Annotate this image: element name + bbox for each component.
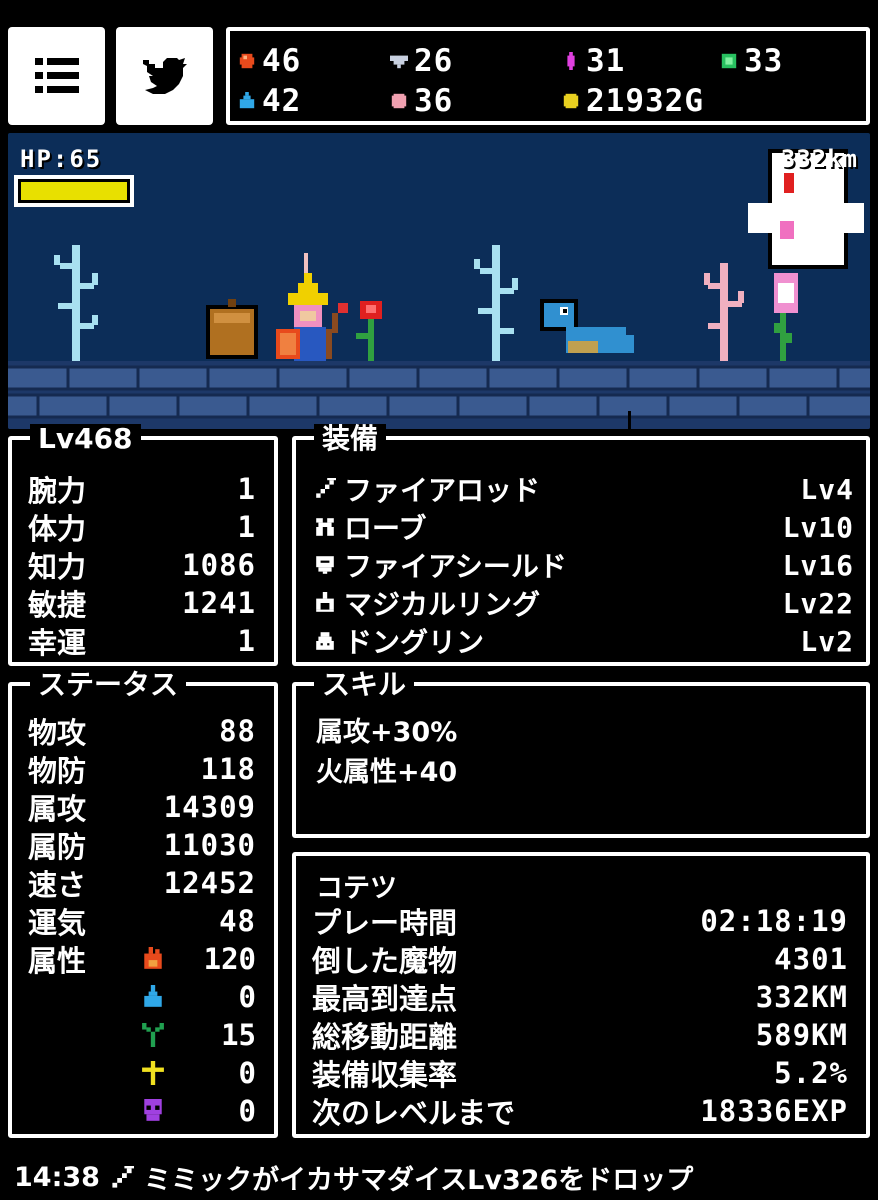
skill-title: スキル <box>314 670 415 700</box>
record-row: 次のレベルまで 18336EXP <box>312 1094 848 1130</box>
coral-middle <box>474 245 518 361</box>
equipment-item-shield[interactable]: ファイアシールド Lv16 <box>314 546 854 584</box>
equipment-item-pet[interactable]: ドングリン Lv2 <box>314 622 854 660</box>
wand-icon <box>316 478 336 498</box>
diamond-count: 26 <box>390 43 453 79</box>
status-row: 物防 118 <box>28 752 256 788</box>
water-drop-count: 42 <box>238 83 301 119</box>
log-time: 14:38 <box>14 1162 100 1193</box>
status-row: 速さ 12452 <box>28 866 256 902</box>
red-flower <box>356 301 382 361</box>
record-row: 倒した魔物 4301 <box>312 942 848 978</box>
pearl-icon <box>391 93 407 109</box>
coral-left <box>54 245 98 361</box>
coral-pink <box>704 263 744 361</box>
twitter-button[interactable] <box>116 27 213 125</box>
drop-log: 14:38 ミミックがイカサマダイスLv326をドロップ <box>14 1158 693 1197</box>
record-row: 最高到達点 332KM <box>312 980 848 1016</box>
gold-count: 21932G <box>562 83 704 119</box>
water-icon <box>144 985 162 1007</box>
attribute-water: 0 <box>142 978 256 1016</box>
equipment-item-armor[interactable]: ローブ Lv10 <box>314 508 854 546</box>
blue-snake-monster <box>540 299 634 353</box>
attribute-plant: 15 <box>142 1016 256 1054</box>
equipment-panel[interactable]: 装備 ファイアロッド Lv4 ローブ Lv10 ファイアシールド Lv16 マジカルリ… <box>292 424 870 666</box>
twitter-bird-icon <box>142 58 187 94</box>
skull-icon <box>144 1099 162 1121</box>
equipment-item-weapon[interactable]: ファイアロッド Lv4 <box>314 470 854 508</box>
stat-row: 体力 1 <box>28 510 256 546</box>
attribute-dark: 0 <box>142 1092 256 1130</box>
list-icon <box>34 58 79 93</box>
pink-crystal-count: 31 <box>562 43 625 79</box>
skill-item: 属攻+30% <box>316 717 458 748</box>
status-panel: ステータス 物攻 88 物防 118 属攻 14309 属防 11030 速さ 12452… <box>8 670 278 1138</box>
shield-icon <box>316 556 334 574</box>
record-row: 装備収集率 5.2% <box>312 1056 848 1092</box>
water-drop-icon <box>239 92 255 109</box>
resources-panel: 46 42 26 36 31 21932G 33 <box>226 27 870 125</box>
status-row: 運気 48 <box>28 904 256 940</box>
status-title: ステータス <box>30 670 187 700</box>
level-panel: Lv468 腕力 1 体力 1 知力 1086 敏捷 1241 幸運 1 <box>8 424 278 666</box>
level-title: Lv468 <box>30 424 141 454</box>
attribute-label-row: 属性 <box>28 944 87 978</box>
fire-gem-icon <box>239 53 255 69</box>
fire-icon <box>144 947 162 969</box>
white-squid-monster <box>748 149 864 313</box>
ring-icon <box>316 592 334 612</box>
attribute-holy: 0 <box>142 1054 256 1092</box>
game-scene[interactable]: HP:65 332km <box>8 133 870 429</box>
hp-bar-fill <box>21 182 127 200</box>
record-panel: コテツ プレー時間 02:18:19 倒した魔物 4301 最高到達点 332KM 総… <box>292 852 870 1138</box>
holy-cross-icon <box>142 1061 164 1085</box>
wand-icon <box>112 1165 134 1188</box>
hp-label: HP:65 <box>20 145 103 173</box>
stat-row: 知力 1086 <box>28 548 256 584</box>
mage-hero <box>276 253 348 361</box>
stat-row: 幸運 1 <box>28 624 256 660</box>
skill-panel: スキル 属攻+30% 火属性+40 <box>292 670 870 838</box>
robe-icon <box>316 518 334 536</box>
equipment-item-accessory[interactable]: マジカルリング Lv22 <box>314 584 854 622</box>
plant-icon <box>142 1023 164 1047</box>
status-row: 物攻 88 <box>28 714 256 750</box>
diamond-icon <box>390 55 408 69</box>
green-gem-count: 33 <box>720 43 783 79</box>
status-row: 属攻 14309 <box>28 790 256 826</box>
pink-crystal-icon <box>567 52 575 70</box>
equipment-title: 装備 <box>314 424 387 454</box>
fire-gem-count: 46 <box>238 43 301 79</box>
log-message: ミミックがイカサマダイスLv326をドロップ <box>143 1165 694 1196</box>
distance-label: 332km <box>780 145 858 173</box>
skill-item: 火属性+40 <box>316 757 458 788</box>
gold-coin-icon <box>563 93 579 109</box>
stat-row: 敏捷 1241 <box>28 586 256 622</box>
menu-button[interactable] <box>8 27 105 125</box>
record-row: 総移動距離 589KM <box>312 1018 848 1054</box>
green-gem-icon <box>721 53 737 69</box>
hp-bar <box>14 175 134 207</box>
status-row: 属防 11030 <box>28 828 256 864</box>
record-row: プレー時間 02:18:19 <box>312 904 848 940</box>
attribute-fire: 120 <box>142 940 256 978</box>
pet-icon <box>316 632 334 650</box>
acorn-pet <box>206 299 258 359</box>
stat-row: 腕力 1 <box>28 472 256 508</box>
pearl-count: 36 <box>390 83 453 119</box>
